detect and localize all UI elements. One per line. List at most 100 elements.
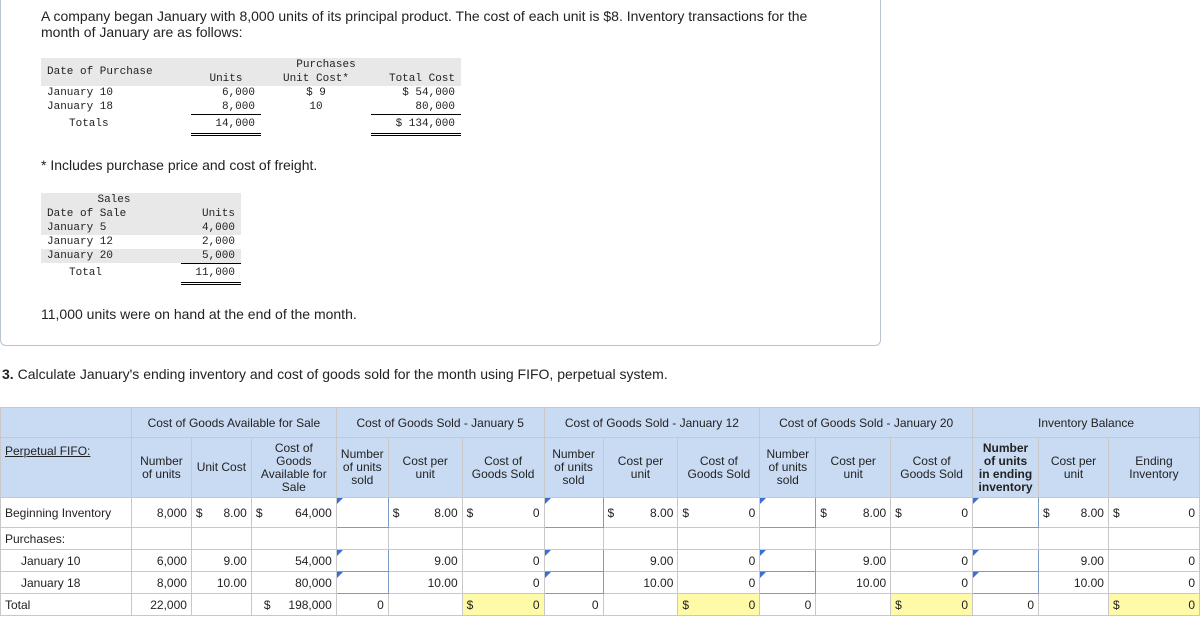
units-cell: 8,000 (130, 571, 192, 594)
col-date-of-purchase: Date of Purchase (41, 58, 191, 86)
purchase-units: 6,000 (221, 87, 255, 99)
hdr-units-sold: Number of units sold (759, 437, 817, 498)
total-sold: 0 (972, 593, 1040, 616)
total-cogs: 0 (961, 597, 969, 612)
hdr-number-of-units: Number of units (130, 437, 192, 498)
group-jan5: Cost of Goods Sold - January 5 (335, 407, 545, 438)
table-row: Total 22,000 $198,000 0 $0 0 $0 0 $0 0 $… (0, 593, 1201, 616)
units-sold-input[interactable] (335, 549, 389, 572)
hdr-cost-per-unit: Cost per unit (387, 437, 463, 498)
purchases-table: Date of Purchase Purchases Units Unit Co… (41, 58, 461, 136)
cogs-cell: 0 (677, 571, 761, 594)
units-cell: 6,000 (130, 549, 192, 572)
sales-header: Sales (41, 193, 241, 207)
hdr-cost-per-unit: Cost per unit (1038, 437, 1109, 498)
cogs-cell: 0 (748, 505, 756, 520)
cost-per-unit-cell: 9.00 (815, 549, 892, 572)
intro-text: A company began January with 8,000 units… (41, 8, 808, 40)
purchase-unit-cost: $ 9 (306, 87, 326, 99)
purchases-header: Purchases (191, 58, 461, 72)
dollar-sign: $ (820, 505, 827, 520)
total-units: 22,000 (130, 593, 192, 616)
cost-per-unit-cell: 9.00 (1038, 549, 1109, 572)
total-cogs: 0 (532, 597, 540, 612)
units-ending-input[interactable] (972, 571, 1040, 594)
cogs-cell: 0 (961, 505, 969, 520)
group-available: Cost of Goods Available for Sale (130, 407, 337, 438)
table-row: January 18 8,000 10.00 80,000 10.00 0 10… (0, 571, 1201, 594)
fifo-worksheet: Cost of Goods Available for Sale Cost of… (0, 407, 1201, 616)
totals-cost: $ 134,000 (371, 114, 461, 136)
hdr-units-sold: Number of units sold (335, 437, 389, 498)
units-ending-input[interactable] (972, 549, 1040, 572)
cogs-cell: 0 (461, 571, 545, 594)
units-sold-input[interactable] (335, 497, 389, 528)
problem-card: A company began January with 8,000 units… (0, 0, 881, 346)
dollar-sign: $ (607, 505, 615, 520)
units-ending-input[interactable] (972, 497, 1040, 528)
unit-cost-cell: 9.00 (190, 549, 252, 572)
cost-per-unit-cell: 8.00 (434, 505, 458, 520)
total-sold: 0 (543, 593, 604, 616)
cogs-cell: 0 (890, 549, 974, 572)
cogas-cell: 54,000 (250, 549, 337, 572)
totals-units: 14,000 (191, 114, 261, 136)
total-label: Total (0, 593, 132, 616)
hdr-unit-cost: Unit Cost (190, 437, 252, 498)
dollar-sign: $ (255, 505, 263, 520)
sale-date: January 12 (47, 236, 114, 248)
cogas-cell: 64,000 (295, 505, 332, 520)
units-sold-input[interactable] (759, 497, 817, 528)
unit-cost-cell: 8.00 (223, 505, 247, 520)
hdr-cogs: Cost of Goods Sold (677, 437, 761, 498)
sale-units: 5,000 (181, 249, 241, 264)
cost-per-unit-cell: 10.00 (1038, 571, 1109, 594)
cost-per-unit-cell: 8.00 (1080, 505, 1104, 520)
sale-units: 4,000 (201, 222, 235, 234)
purchase-date: January 10 (47, 87, 114, 99)
units-sold-input[interactable] (543, 571, 604, 594)
ending-inv-cell: 0 (1188, 505, 1195, 520)
dollar-sign: $ (1112, 505, 1120, 520)
purchases-label: Purchases: (0, 527, 132, 550)
cost-per-unit-cell: 10.00 (815, 571, 892, 594)
purchase-total: $ 54,000 (402, 87, 455, 99)
total-sold: 0 (759, 593, 817, 616)
unit-cost-cell: 10.00 (190, 571, 252, 594)
units-sold-input[interactable] (335, 571, 389, 594)
cogs-cell: 0 (461, 549, 545, 572)
cost-per-unit-cell: 9.00 (602, 549, 679, 572)
hdr-cogas: Cost of Goods Available for Sale (250, 437, 337, 498)
cost-per-unit-cell: 9.00 (387, 549, 463, 572)
cogas-cell: 80,000 (250, 571, 337, 594)
perpetual-fifo-link[interactable]: Perpetual FIFO: (5, 444, 90, 458)
dollar-sign: $ (1043, 505, 1050, 520)
units-sold-input[interactable] (543, 497, 604, 528)
units-sold-input[interactable] (543, 549, 604, 572)
dollar-sign: $ (895, 505, 902, 520)
units-sold-input[interactable] (759, 549, 817, 572)
table-row: Beginning Inventory 8,000 $8.00 $64,000 … (0, 497, 1201, 528)
units-cell: 8,000 (130, 497, 192, 528)
hdr-ending-inventory: Ending Inventory (1107, 437, 1201, 498)
dollar-sign: $ (392, 505, 400, 520)
col-date-of-sale: Date of Sale (41, 207, 181, 221)
total-cogs: 0 (748, 597, 756, 612)
hdr-cogs: Cost of Goods Sold (890, 437, 974, 498)
dollar-sign: $ (895, 597, 902, 612)
col-unit-cost: Unit Cost* (261, 72, 371, 86)
hdr-cost-per-unit: Cost per unit (602, 437, 679, 498)
purchase-unit-cost: 10 (309, 101, 323, 113)
sales-total-label: Total (69, 267, 103, 279)
dollar-sign: $ (263, 597, 271, 612)
sale-date: January 20 (47, 250, 114, 262)
hdr-units-ending: Number of units in ending inventory (972, 437, 1040, 498)
totals-label: Totals (69, 118, 109, 130)
total-sold: 0 (335, 593, 389, 616)
sales-table: Sales Date of Sale Units January 5 4,000… (41, 193, 241, 285)
col-total-cost: Total Cost (371, 72, 461, 86)
total-ending-inv: 0 (1188, 597, 1195, 612)
units-sold-input[interactable] (759, 571, 817, 594)
sale-units: 2,000 (201, 236, 235, 248)
sales-total-units: 11,000 (181, 263, 241, 285)
